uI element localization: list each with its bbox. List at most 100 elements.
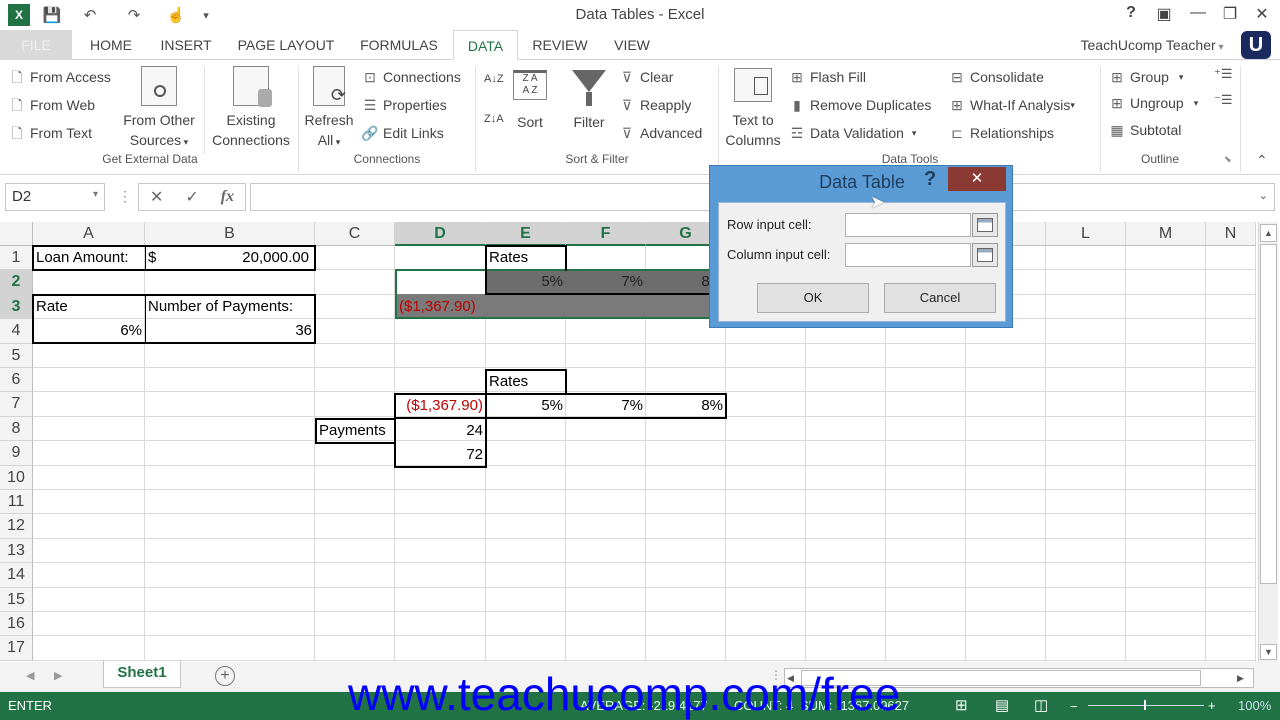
row-header-5[interactable]: 5 (0, 343, 33, 368)
row-header-13[interactable]: 13 (0, 538, 33, 564)
cancel-entry-icon[interactable]: ✕ (150, 187, 163, 207)
page-break-view-icon[interactable]: ◫ (1034, 696, 1048, 714)
row-header-12[interactable]: 12 (0, 514, 33, 539)
page-layout-view-icon[interactable]: ▤ (995, 696, 1009, 714)
column-header-D[interactable]: D (395, 222, 486, 246)
confirm-entry-icon[interactable]: ✓ (185, 187, 198, 207)
column-header-E[interactable]: E (486, 222, 566, 246)
minimize-icon[interactable]: — (1184, 4, 1212, 26)
tab-page-layout[interactable]: PAGE LAYOUT (228, 30, 344, 60)
cell-D3[interactable]: ($1,367.90) (396, 295, 486, 319)
column-header-C[interactable]: C (315, 222, 395, 246)
column-input-collapse-icon[interactable] (972, 243, 998, 267)
column-header-B[interactable]: B (145, 222, 315, 246)
reapply-button[interactable]: ⊽ Reapply (618, 96, 692, 114)
sort-button[interactable]: Z AA Z Sort (508, 70, 552, 132)
sheet-scroll-right-icon[interactable]: ▶ (54, 669, 62, 682)
tab-file[interactable]: FILE (0, 30, 72, 60)
insert-function-icon[interactable]: fx (221, 188, 234, 206)
sort-z-to-a-button[interactable]: Z↓A (484, 114, 504, 125)
row-header-14[interactable]: 14 (0, 563, 33, 588)
sheet-scroll-left-icon[interactable]: ◀ (26, 669, 34, 682)
row-header-16[interactable]: 16 (0, 612, 33, 637)
row-header-17[interactable]: 17 (0, 636, 33, 661)
zoom-in-icon[interactable]: + (1208, 698, 1216, 713)
row-header-10[interactable]: 10 (0, 465, 33, 490)
worksheet-grid[interactable]: ABCDEFGHIJKLMN 1234567891011121314151617… (0, 222, 1256, 662)
ungroup-button[interactable]: ⊞ Ungroup ▾ (1108, 94, 1198, 112)
ribbon-display-icon[interactable]: ▣ (1150, 4, 1178, 26)
from-web-button[interactable]: 🗋 From Web (8, 96, 95, 114)
select-all-button[interactable] (0, 222, 33, 246)
close-icon[interactable]: ✕ (1248, 4, 1276, 26)
advanced-button[interactable]: ⊽ Advanced (618, 124, 702, 142)
properties-button[interactable]: ☰ Properties (361, 96, 447, 114)
user-avatar[interactable]: U (1241, 31, 1271, 59)
help-icon[interactable]: ? (1117, 4, 1145, 26)
tab-home[interactable]: HOME (78, 30, 144, 60)
column-header-N[interactable]: N (1206, 222, 1256, 246)
row-header-8[interactable]: 8 (0, 416, 33, 442)
data-validation-button[interactable]: ☲ Data Validation ▾ (788, 124, 917, 142)
tab-insert[interactable]: INSERT (150, 30, 222, 60)
from-text-button[interactable]: 🗋 From Text (8, 124, 92, 142)
flash-fill-button[interactable]: ⊞ Flash Fill (788, 68, 866, 86)
from-other-sources-button[interactable]: From Other Sources ▾ (116, 66, 202, 152)
connections-button[interactable]: ⊡ Connections (361, 68, 461, 86)
scroll-down-icon[interactable]: ▼ (1260, 644, 1277, 660)
row-input-field[interactable] (845, 213, 971, 237)
what-if-analysis-button[interactable]: ⊞ What-If Analysis ▾ (948, 96, 1075, 114)
chevron-down-icon[interactable]: ▾ (93, 189, 98, 200)
column-header-A[interactable]: A (33, 222, 145, 246)
row-input-collapse-icon[interactable] (972, 213, 998, 237)
clear-button[interactable]: ⊽ Clear (618, 68, 674, 86)
row-header-4[interactable]: 4 (0, 319, 33, 344)
dialog-help-icon[interactable]: ? (924, 168, 936, 191)
filter-button[interactable]: Filter (566, 70, 612, 132)
row-header-9[interactable]: 9 (0, 441, 33, 466)
edit-links-button[interactable]: 🔗 Edit Links (361, 124, 443, 142)
row-header-11[interactable]: 11 (0, 490, 33, 515)
outline-dialog-launcher-icon[interactable]: ⬊ (1224, 154, 1232, 165)
refresh-all-button[interactable]: ⟳ Refresh All ▾ (302, 66, 356, 152)
restore-icon[interactable]: ❐ (1216, 4, 1244, 26)
add-sheet-icon[interactable]: + (215, 666, 235, 686)
zoom-out-icon[interactable]: − (1070, 699, 1078, 714)
group-button[interactable]: ⊞ Group ▾ (1108, 68, 1183, 86)
zoom-slider-thumb[interactable] (1144, 700, 1146, 710)
row-header-1[interactable]: 1 (0, 246, 33, 271)
row-header-2[interactable]: 2 (0, 270, 33, 295)
column-header-F[interactable]: F (566, 222, 646, 246)
row-header-6[interactable]: 6 (0, 368, 33, 393)
vertical-scrollbar[interactable]: ▲ ▼ (1258, 222, 1278, 662)
normal-view-icon[interactable]: ⊞ (955, 696, 968, 714)
sheet-tab-sheet1[interactable]: Sheet1 (103, 661, 181, 688)
consolidate-button[interactable]: ⊟ Consolidate (948, 68, 1044, 86)
dialog-close-button[interactable]: ✕ (948, 167, 1006, 191)
hide-detail-icon[interactable]: ⁻☰ (1214, 92, 1233, 108)
cancel-button[interactable]: Cancel (884, 283, 996, 313)
row-header-3[interactable]: 3 (0, 294, 33, 320)
text-to-columns-button[interactable]: Text to Columns (722, 68, 784, 150)
name-box[interactable]: D2 ▾ (5, 183, 105, 211)
existing-connections-button[interactable]: Existing Connections (208, 66, 294, 150)
row-header-15[interactable]: 15 (0, 587, 33, 612)
tab-data[interactable]: DATA (453, 30, 518, 60)
zoom-level[interactable]: 100% (1238, 698, 1271, 713)
ok-button[interactable]: OK (757, 283, 869, 313)
expand-formula-bar-icon[interactable]: ⌄ (1259, 189, 1268, 202)
vertical-scroll-thumb[interactable] (1260, 244, 1277, 584)
tab-view[interactable]: VIEW (604, 30, 660, 60)
relationships-button[interactable]: ⊏ Relationships (948, 124, 1054, 142)
column-input-field[interactable] (845, 243, 971, 267)
scroll-up-icon[interactable]: ▲ (1260, 224, 1277, 242)
scroll-right-icon[interactable]: ▶ (1237, 670, 1251, 686)
tab-formulas[interactable]: FORMULAS (350, 30, 448, 60)
remove-duplicates-button[interactable]: ▮ Remove Duplicates (788, 96, 931, 114)
user-account[interactable]: TeachUcomp Teacher ▾ (1068, 30, 1236, 60)
tab-review[interactable]: REVIEW (522, 30, 598, 60)
row-header-7[interactable]: 7 (0, 392, 33, 417)
from-access-button[interactable]: 🗋 From Access (8, 68, 111, 86)
zoom-slider[interactable] (1088, 705, 1204, 706)
column-header-M[interactable]: M (1126, 222, 1206, 246)
